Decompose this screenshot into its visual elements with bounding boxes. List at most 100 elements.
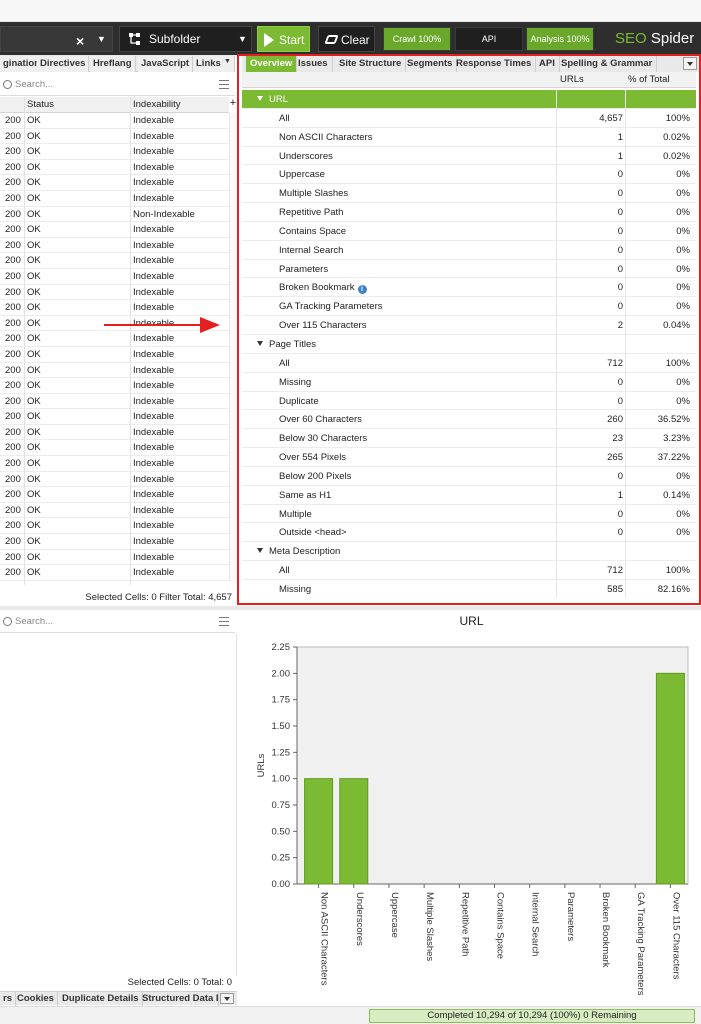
- table-row[interactable]: 200 OK Indexable: [0, 347, 229, 363]
- bottom-search-bar: Search...: [0, 611, 235, 633]
- bottom-search-input[interactable]: Search...: [15, 616, 53, 627]
- cell-status: OK: [27, 224, 41, 236]
- table-row[interactable]: 200 OK Non-Indexable: [0, 207, 229, 223]
- brand-logo: SEO Spider: [615, 30, 694, 47]
- table-row[interactable]: 200 OK Indexable: [0, 472, 229, 488]
- bar[interactable]: [655, 672, 685, 885]
- table-row[interactable]: 200 OK Indexable: [0, 487, 229, 503]
- cell-code: 200: [5, 208, 21, 220]
- cell-status: OK: [27, 411, 41, 423]
- pane-divider[interactable]: [0, 606, 701, 610]
- brand-spider: Spider: [646, 30, 695, 47]
- table-row[interactable]: 200 OK Indexable: [0, 191, 229, 207]
- table-row[interactable]: 200 OK Indexable: [0, 565, 229, 581]
- cell-code: 200: [5, 504, 21, 516]
- table-row[interactable]: 200 OK Indexable: [0, 440, 229, 457]
- table-row[interactable]: 200 OK Indexable: [0, 378, 229, 394]
- left-vertical-scrollbar[interactable]: [229, 113, 237, 581]
- cell-code: 200: [5, 239, 21, 251]
- column-header-indexability[interactable]: Indexability: [133, 99, 181, 110]
- start-button[interactable]: Start: [257, 26, 310, 52]
- cell-status: OK: [27, 489, 41, 501]
- left-tab-bar: gination Directives Hreflang JavaScript Link…: [0, 55, 235, 72]
- chart-title: URL: [459, 614, 484, 628]
- filter-icon[interactable]: [219, 617, 229, 626]
- cell-code: 200: [5, 551, 21, 563]
- left-tab-1[interactable]: Directives: [37, 56, 90, 72]
- bar[interactable]: [304, 778, 334, 885]
- cell-status: OK: [27, 239, 41, 251]
- cell-code: 200: [5, 520, 21, 532]
- api-button[interactable]: API: [455, 27, 523, 51]
- cell-code: 200: [5, 380, 21, 392]
- brand-seo: SEO: [615, 30, 647, 47]
- cell-indexability: Indexable: [133, 364, 175, 376]
- cell-indexability: Indexable: [133, 146, 175, 158]
- analysis-progress-button[interactable]: Analysis 100%: [526, 27, 594, 51]
- left-search-input[interactable]: Search...: [15, 79, 53, 90]
- cell-code: 200: [5, 115, 21, 126]
- column-header-status[interactable]: Status: [27, 99, 54, 110]
- table-row[interactable]: 200 OK Indexable: [0, 238, 229, 254]
- url-bar-chart: 0.00 0.25 0.50 0.75 1.00 1.25 1.50 1.75 2.00 2.25…: [256, 642, 689, 996]
- table-row[interactable]: 200 OK Indexable: [0, 409, 229, 425]
- x-tick-label: Contains Space: [495, 892, 506, 959]
- cell-status: OK: [27, 270, 41, 282]
- table-row[interactable]: 200 OK Indexable: [0, 550, 229, 566]
- cell-code: 200: [5, 224, 21, 236]
- table-row[interactable]: 200 OK Indexable: [0, 175, 229, 191]
- bottom-tab-3[interactable]: Structured Data D: [139, 992, 219, 1006]
- table-row[interactable]: 200 OK Indexable: [0, 160, 229, 176]
- table-row[interactable]: 200 OK Indexable: [0, 269, 229, 285]
- bottom-tab-1[interactable]: Cookies: [14, 992, 58, 1006]
- cell-indexability: Indexable: [133, 192, 175, 204]
- table-row[interactable]: 200 OK Indexable: [0, 253, 229, 269]
- url-clear-icon[interactable]: ×: [76, 33, 84, 49]
- bottom-tab-overflow-icon[interactable]: [220, 993, 234, 1004]
- left-tab-overflow-icon[interactable]: ▼: [221, 56, 235, 72]
- cell-indexability: Indexable: [133, 333, 175, 345]
- cell-code: 200: [5, 317, 21, 329]
- x-tick-label: Over 115 Characters: [670, 892, 681, 980]
- clear-button[interactable]: Clear: [318, 26, 375, 52]
- cell-indexability: Indexable: [133, 473, 175, 485]
- table-row[interactable]: 200 OK Indexable: [0, 363, 229, 379]
- x-tick-label: Underscores: [354, 892, 365, 946]
- cell-status: OK: [27, 426, 41, 438]
- bottom-tab-2[interactable]: Duplicate Details: [59, 992, 143, 1006]
- filter-icon[interactable]: [219, 80, 229, 89]
- crawl-mode-select[interactable]: Subfolder ▼: [119, 26, 252, 52]
- cell-status: OK: [27, 317, 41, 329]
- cell-code: 200: [5, 348, 21, 360]
- table-row[interactable]: 200 OK Indexable: [0, 394, 229, 410]
- grid-body: 200 OK Indexable 200 OK Indexable 200 OK Indexab…: [0, 113, 229, 581]
- left-status-text: Selected Cells: 0 Filter Total: 4,657: [85, 592, 232, 603]
- url-input[interactable]: × ▼: [0, 26, 113, 52]
- table-row[interactable]: 200 OK Indexable: [0, 300, 229, 316]
- table-row[interactable]: 200 OK Indexable: [0, 456, 229, 472]
- cell-status: OK: [27, 551, 41, 563]
- eraser-icon: [324, 35, 339, 44]
- table-row[interactable]: 200 OK Indexable: [0, 285, 229, 301]
- cell-indexability: Indexable: [133, 380, 175, 392]
- table-row[interactable]: 200 OK Indexable: [0, 129, 229, 145]
- table-row[interactable]: 200 OK Indexable: [0, 534, 229, 550]
- table-row[interactable]: 200 OK Indexable: [0, 503, 229, 519]
- url-history-dropdown-icon[interactable]: ▼: [97, 34, 106, 44]
- cell-status: OK: [27, 504, 41, 516]
- cell-status: OK: [27, 192, 41, 204]
- chevron-down-icon: ▼: [238, 34, 247, 44]
- crawl-progress-button[interactable]: Crawl 100%: [383, 27, 451, 51]
- left-tab-3[interactable]: JavaScript: [138, 56, 194, 72]
- table-row[interactable]: 200 OK Indexable: [0, 518, 229, 535]
- left-tab-2[interactable]: Hreflang: [90, 56, 136, 72]
- toolbar: × ▼ Subfolder ▼ Start Clear Crawl 100% A…: [0, 22, 701, 55]
- table-row[interactable]: 200 OK Indexable: [0, 425, 229, 441]
- cell-status: OK: [27, 348, 41, 360]
- table-row[interactable]: 200 OK Indexable: [0, 144, 229, 160]
- table-row[interactable]: 200 OK Indexable: [0, 113, 229, 129]
- table-row[interactable]: 200 OK Indexable: [0, 222, 229, 238]
- bar[interactable]: [339, 778, 369, 885]
- cell-status: OK: [27, 442, 41, 454]
- add-column-button[interactable]: +: [229, 97, 237, 113]
